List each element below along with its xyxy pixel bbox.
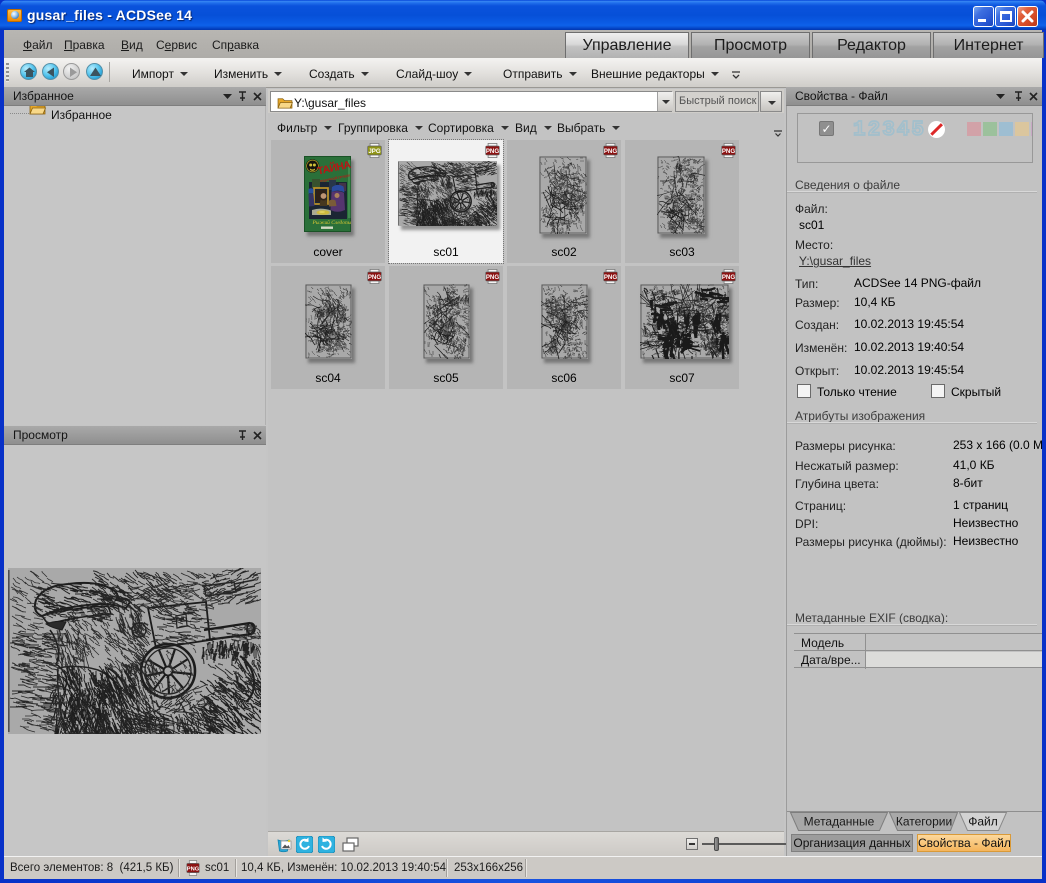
svg-text:PNG: PNG xyxy=(486,148,500,155)
svg-text:Категории: Категории xyxy=(896,815,952,829)
svg-text:PNG: PNG xyxy=(604,148,618,155)
svg-text:PNG: PNG xyxy=(368,274,382,281)
svg-text:Метаданные: Метаданные xyxy=(804,815,875,829)
svg-text:PNG: PNG xyxy=(722,148,736,155)
svg-text:Файл: Файл xyxy=(968,815,998,829)
svg-text:PNG: PNG xyxy=(486,274,500,281)
svg-text:JPG: JPG xyxy=(368,148,381,155)
svg-text:PNG: PNG xyxy=(604,274,618,281)
svg-text:PNG: PNG xyxy=(722,274,736,281)
svg-text:Рыжий Следопыт: Рыжий Следопыт xyxy=(312,219,352,226)
svg-text:PNG: PNG xyxy=(187,866,200,872)
